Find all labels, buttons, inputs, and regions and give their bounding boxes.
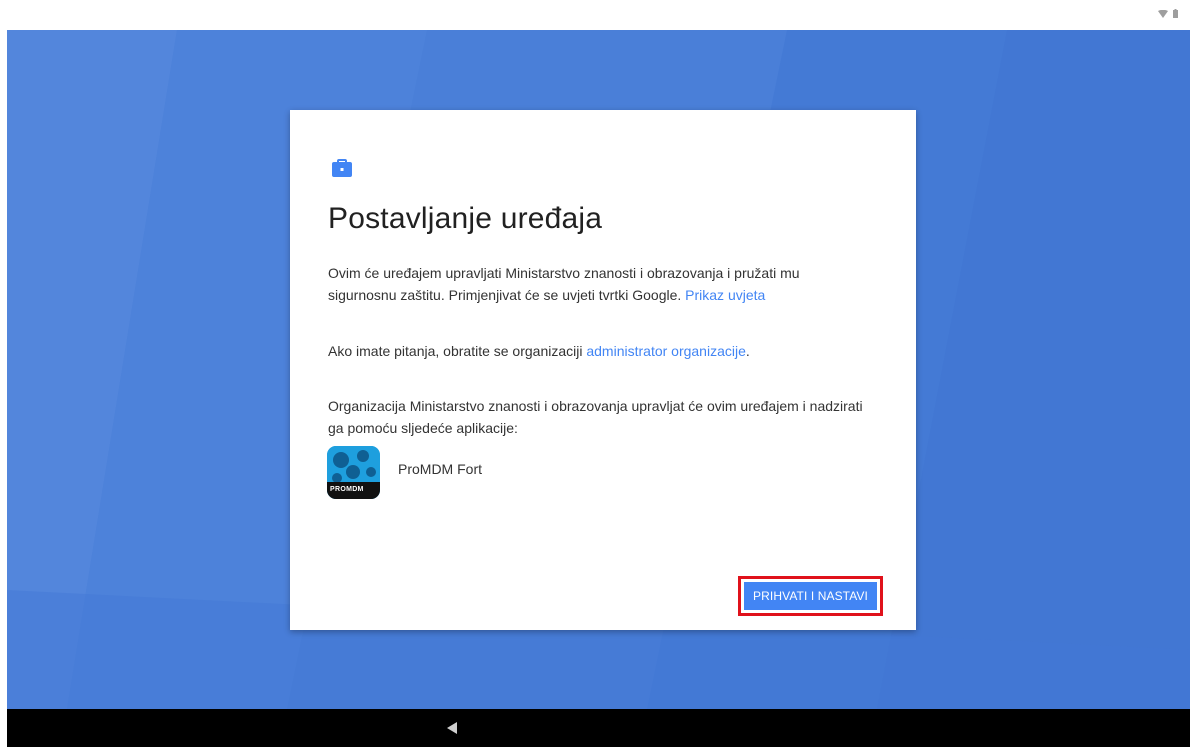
- briefcase-icon: [332, 159, 352, 177]
- contact-notice-end: .: [745, 343, 750, 359]
- org-admin-link[interactable]: administrator organizacije: [586, 343, 746, 359]
- status-icons: [1158, 9, 1178, 18]
- view-terms-link[interactable]: Prikaz uvjeta: [685, 287, 765, 303]
- promdm-app-icon: PROMDM: [327, 446, 380, 499]
- management-notice: Ovim će uređajem upravljati Ministarstvo…: [328, 262, 868, 306]
- contact-notice: Ako imate pitanja, obratite se organizac…: [328, 340, 868, 362]
- wifi-icon: [1158, 9, 1168, 18]
- app-notice: Organizacija Ministarstvo znanosti i obr…: [328, 398, 863, 436]
- contact-notice-text: Ako imate pitanja, obratite se organizac…: [328, 343, 587, 359]
- battery-icon: [1173, 9, 1178, 18]
- app-name: ProMDM Fort: [398, 460, 482, 477]
- managing-app-row: PROMDM ProMDM Fort: [327, 446, 482, 499]
- back-icon[interactable]: [445, 721, 459, 735]
- accept-and-continue-button[interactable]: PRIHVATI I NASTAVI: [744, 582, 877, 610]
- setup-dialog: Postavljanje uređaja Ovim će uređajem up…: [290, 110, 916, 630]
- navigation-bar: [7, 709, 1190, 747]
- accept-button-highlight: PRIHVATI I NASTAVI: [738, 576, 883, 616]
- status-bar: [0, 0, 1190, 30]
- dialog-title: Postavljanje uređaja: [328, 202, 603, 235]
- app-icon-label: PROMDM: [330, 486, 364, 493]
